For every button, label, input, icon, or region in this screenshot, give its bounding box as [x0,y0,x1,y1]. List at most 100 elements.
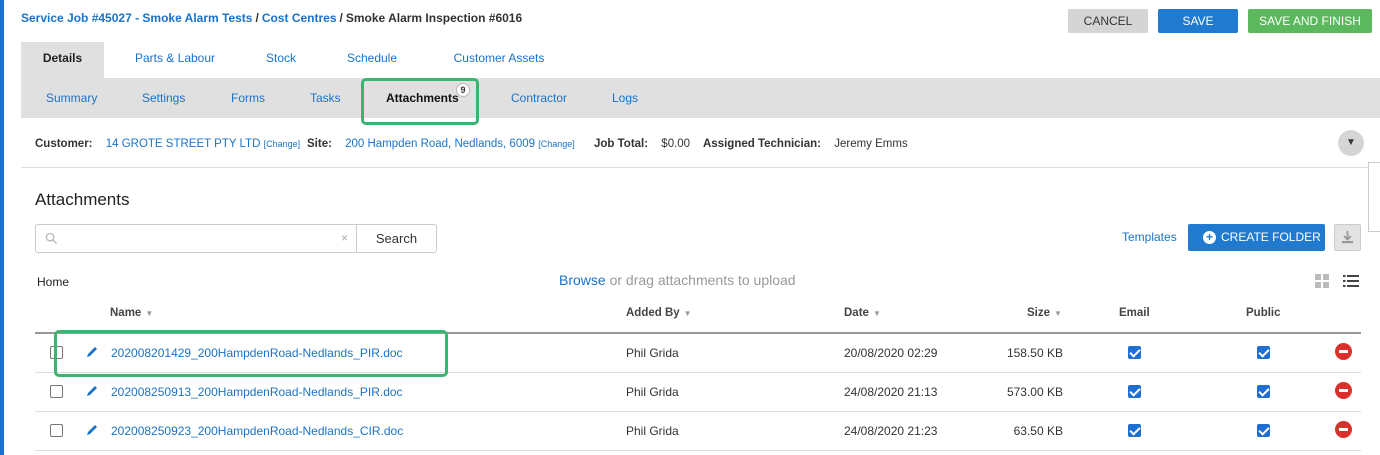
tab-customer-assets[interactable]: Customer Assets [444,42,554,78]
download-icon [1342,231,1353,244]
plus-icon: + [1203,231,1216,244]
grid-view-icon[interactable] [1315,274,1329,288]
main-tabs: Details Parts & Labour Stock Schedule Cu… [21,42,1380,78]
column-email: Email [1119,307,1150,319]
delete-icon[interactable] [1335,343,1352,360]
size: 573.00 KB [1006,385,1063,399]
customer-change-link[interactable]: [Change] [264,139,301,149]
table-row: 202008250913_200HampdenRoad-Nedlands_PIR… [35,373,1361,412]
delete-icon[interactable] [1335,382,1352,399]
public-checkbox[interactable] [1257,424,1270,437]
job-total-label: Job Total: [594,138,649,150]
column-name[interactable]: Name ▼ [110,307,153,319]
subtab-contractor[interactable]: Contractor [511,78,567,118]
edit-pencil-icon[interactable] [85,423,99,437]
column-date-label: Date [844,307,869,319]
column-added-by-label: Added By [626,307,680,319]
sort-arrow-icon: ▼ [1054,309,1062,318]
subtab-settings[interactable]: Settings [142,78,185,118]
site-change-link[interactable]: [Change] [538,139,575,149]
technician-value: Jeremy Emms [834,138,908,150]
customer-link[interactable]: 14 GROTE STREET PTY LTD [106,138,261,150]
size: 158.50 KB [1006,346,1063,360]
added-by: Phil Grida [626,346,679,360]
column-size-label: Size [1027,307,1051,319]
attachment-name-link[interactable]: 202008250913_200HampdenRoad-Nedlands_PIR… [111,385,403,399]
header: Service Job #45027 - Smoke Alarm Tests / C… [4,0,1380,42]
save-and-finish-button[interactable]: SAVE AND FINISH [1248,9,1372,33]
subtab-forms[interactable]: Forms [231,78,265,118]
tab-details[interactable]: Details [21,42,104,78]
public-checkbox[interactable] [1257,385,1270,398]
customer-label: Customer: [35,138,93,150]
save-button[interactable]: SAVE [1158,9,1238,33]
row-select-checkbox[interactable] [50,385,63,398]
size: 63.50 KB [1013,424,1063,438]
breadcrumb-separator: / [339,11,343,25]
column-added-by[interactable]: Added By ▼ [626,307,692,319]
technician-label: Assigned Technician: [703,138,822,150]
sort-arrow-icon: ▼ [872,309,881,318]
search-button[interactable]: Search [356,224,437,253]
templates-link[interactable]: Templates [1122,230,1177,244]
column-public: Public [1246,307,1281,319]
site-info: Site: 200 Hampden Road, Nedlands, 6009 [… [307,138,575,150]
breadcrumb: Service Job #45027 - Smoke Alarm Tests / C… [21,11,522,25]
breadcrumb-current: Smoke Alarm Inspection #6016 [345,11,523,25]
tab-schedule[interactable]: Schedule [340,42,404,78]
edit-pencil-icon[interactable] [85,384,99,398]
upload-dropzone[interactable]: Browse or drag attachments to upload [559,272,796,288]
job-info-bar: Customer: 14 GROTE STREET PTY LTD [Chang… [21,118,1380,168]
added-by: Phil Grida [626,385,679,399]
folder-breadcrumb-home[interactable]: Home [37,275,69,289]
breadcrumb-job-link[interactable]: Service Job #45027 - Smoke Alarm Tests [21,11,252,25]
site-link[interactable]: 200 Hampden Road, Nedlands, 6009 [345,138,535,150]
table-row: 202008250923_200HampdenRoad-Nedlands_CIR… [35,412,1361,451]
create-folder-label: CREATE FOLDER [1221,230,1321,244]
public-checkbox[interactable] [1257,346,1270,359]
page: Service Job #45027 - Smoke Alarm Tests / C… [4,0,1380,455]
create-folder-button[interactable]: + CREATE FOLDER [1188,224,1325,251]
side-panel-handle[interactable] [1368,162,1380,232]
date: 20/08/2020 02:29 [844,346,938,360]
tab-stock[interactable]: Stock [257,42,305,78]
subtab-summary[interactable]: Summary [46,78,97,118]
chevron-down-icon[interactable]: ▼ [1338,130,1364,156]
date: 24/08/2020 21:13 [844,385,938,399]
table-header: Name ▼ Added By ▼ Date ▼ Size ▼ Email Public [35,300,1361,334]
customer-info: Customer: 14 GROTE STREET PTY LTD [Chang… [35,138,300,150]
browse-link[interactable]: Browse [559,272,606,288]
first-row-highlight [54,330,448,377]
breadcrumb-separator: / [255,11,259,25]
clear-search-icon[interactable]: × [341,231,348,245]
email-checkbox[interactable] [1128,424,1141,437]
delete-icon[interactable] [1335,421,1352,438]
download-button[interactable] [1334,224,1361,251]
tab-parts-labour[interactable]: Parts & Labour [125,42,225,78]
subtab-tasks[interactable]: Tasks [310,78,341,118]
search-icon [45,232,58,245]
technician-info: Assigned Technician: Jeremy Emms [703,138,908,150]
attachments-title: Attachments [35,190,130,209]
subtab-logs[interactable]: Logs [612,78,638,118]
list-view-icon[interactable] [1343,274,1359,288]
email-checkbox[interactable] [1128,346,1141,359]
drag-hint-text: or drag attachments to upload [605,272,796,288]
breadcrumb-cost-centres-link[interactable]: Cost Centres [262,11,337,25]
column-date[interactable]: Date ▼ [844,307,881,319]
column-size[interactable]: Size ▼ [1027,307,1062,319]
attachment-name-link[interactable]: 202008250923_200HampdenRoad-Nedlands_CIR… [111,424,403,438]
sort-arrow-icon: ▼ [145,309,154,318]
row-select-checkbox[interactable] [50,424,63,437]
job-total-value: $0.00 [661,138,691,150]
column-name-label: Name [110,307,142,319]
site-label: Site: [307,138,332,150]
added-by: Phil Grida [626,424,679,438]
email-checkbox[interactable] [1128,385,1141,398]
sub-tabs: Summary Settings Forms Tasks Attachments… [21,78,1380,118]
cancel-button[interactable]: CANCEL [1068,9,1148,33]
date: 24/08/2020 21:23 [844,424,938,438]
sort-arrow-icon: ▼ [683,309,692,318]
job-total-info: Job Total: $0.00 [594,138,690,150]
search-input[interactable]: × [35,224,357,253]
